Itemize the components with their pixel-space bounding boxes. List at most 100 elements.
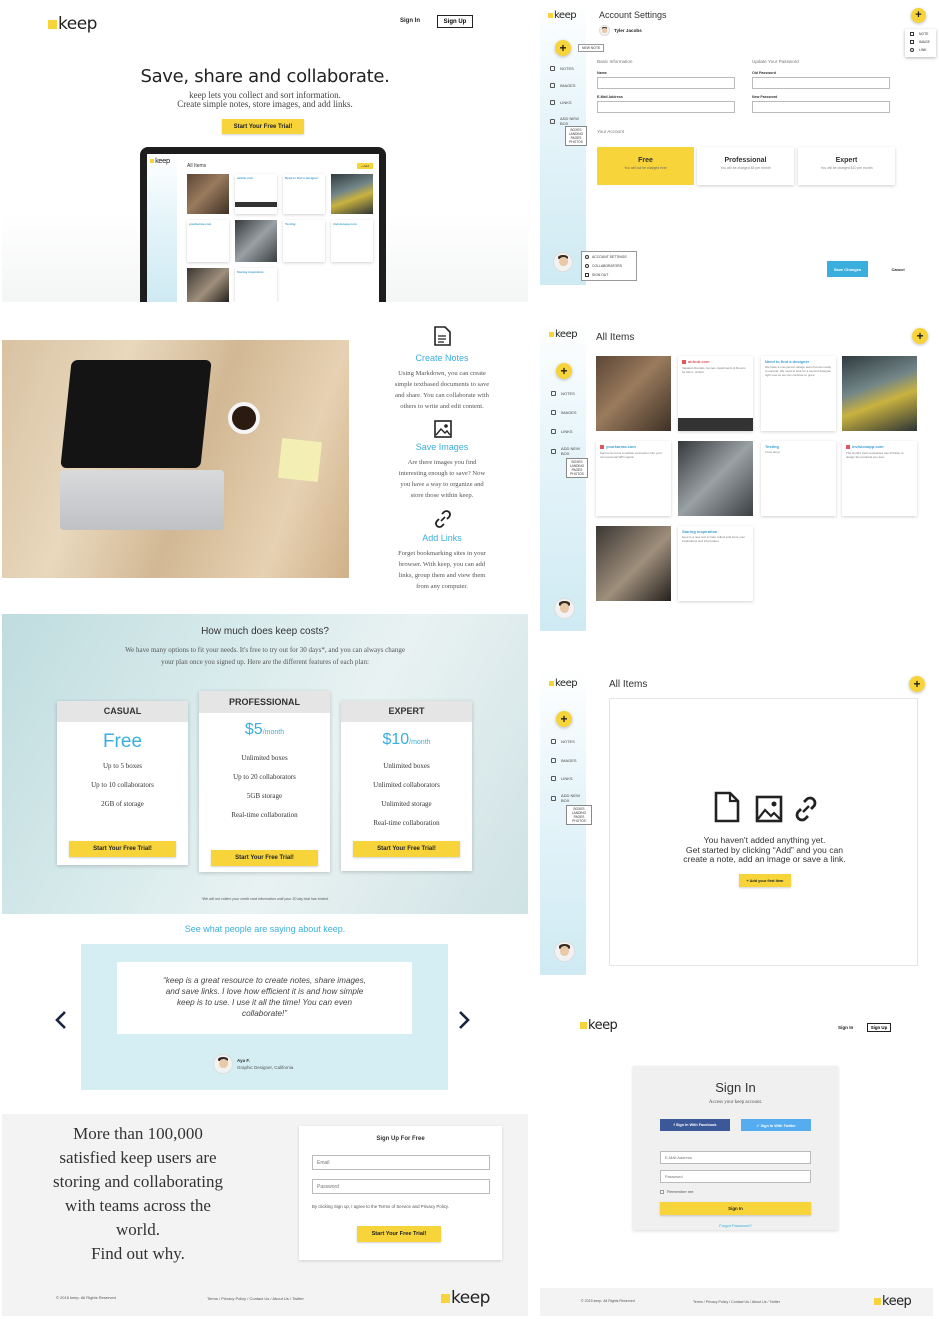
document-icon (434, 326, 451, 346)
new-password-input[interactable] (752, 101, 890, 113)
sidebar-item-notes[interactable]: NOTES (551, 739, 575, 744)
laptop-card: yourkarma.com (187, 220, 229, 262)
features-section: Create Notes Using Markdown, you can cre… (2, 312, 528, 612)
footer-keep-logo[interactable]: keep (441, 1288, 490, 1308)
signup-email-input[interactable] (312, 1155, 490, 1170)
name-input[interactable] (597, 77, 735, 89)
sidebar-boxes-menu[interactable]: BOXES LANDING PAGES PHOTOS (566, 458, 588, 478)
empty-avatar[interactable] (554, 941, 575, 962)
signin-twitter-button[interactable]: ✓ Sign In With Twitter (741, 1119, 811, 1131)
plan-option-expert[interactable]: Expert You will be charged $10 per month (798, 147, 895, 185)
save-changes-button[interactable]: Save Changes (827, 261, 868, 277)
sidebar-item-notes[interactable]: NOTES (551, 391, 575, 396)
empty-add-button[interactable]: + (909, 676, 925, 692)
new-note-add-button[interactable]: + (555, 40, 571, 56)
signin-logo[interactable]: keep (580, 1018, 618, 1033)
signin-password-input[interactable] (660, 1170, 811, 1183)
sidebar-item-add-new-box[interactable]: ADD NEW BOX (551, 793, 589, 803)
image-icon (910, 40, 914, 44)
feature-images-text: Are there images you find interesting eno… (398, 459, 486, 499)
settings-add-button[interactable]: + (911, 8, 926, 23)
laptop-card: Staring inspiration (235, 268, 277, 302)
empty-logo[interactable]: keep (549, 678, 578, 689)
item-card-link[interactable]: invisionapp.com The world's best compani… (842, 441, 917, 516)
footer-links[interactable]: Terms / Privacy Policy / Contact Us / Ab… (207, 1296, 304, 1301)
item-card-photo[interactable] (596, 356, 671, 431)
plan-price: Free (102, 731, 143, 752)
item-card-photo[interactable] (678, 441, 753, 516)
settings-user-name: Tyler Jacobs (614, 28, 642, 33)
user-menu-sign-out[interactable]: SIGN OUT (592, 273, 608, 277)
sidebar-add-button[interactable]: + (556, 711, 572, 727)
chevron-right-icon[interactable] (458, 1010, 470, 1030)
all-items-logo[interactable]: keep (549, 329, 578, 340)
add-menu-link[interactable]: LINK (919, 48, 927, 52)
sidebar-item-images[interactable]: IMAGES (550, 83, 576, 88)
plan-option-professional[interactable]: Professional You will be charged $5 per … (697, 147, 794, 185)
all-items-add-button[interactable]: + (912, 328, 928, 344)
signin-footer-logo[interactable]: keep (874, 1294, 912, 1309)
pricing-subtitle-1: We have many options to fit your needs. … (125, 646, 405, 654)
plan-feature: Unlimited boxes (383, 762, 430, 770)
signin-submit-button[interactable]: Sign In (660, 1202, 811, 1215)
user-menu-collaborators[interactable]: COLLABORATORS (592, 264, 622, 268)
sidebar-item-add-new-box[interactable]: ADD NEW BOX (551, 446, 589, 456)
plan-casual-cta-button[interactable]: Start Your Free Trial! (69, 841, 176, 857)
signup-password-input[interactable] (312, 1179, 490, 1194)
remember-me-checkbox[interactable] (660, 1190, 664, 1194)
nav-signup-button[interactable]: Sign Up (437, 15, 473, 28)
plan-feature: Up to 20 collaborators (233, 773, 296, 781)
email-input[interactable] (597, 101, 735, 113)
signin-nav-signup-button[interactable]: Sign Up (867, 1023, 891, 1032)
sidebar-item-links[interactable]: LINKS (551, 776, 573, 781)
basic-info-label: Basic Information (597, 59, 633, 64)
sidebar-item-links[interactable]: LINKS (550, 100, 572, 105)
item-card-note[interactable]: Testing I love lamp. (761, 441, 836, 516)
item-card-photo[interactable] (596, 526, 671, 601)
sidebar-item-add-new-box[interactable]: ADD NEW BOX (550, 116, 588, 126)
item-card-note[interactable]: Need to find a designer We have a one-pe… (761, 356, 836, 431)
image-icon (434, 420, 452, 438)
document-icon (714, 791, 740, 823)
signin-email-input[interactable] (660, 1151, 811, 1164)
item-card-photo[interactable] (842, 356, 917, 431)
signin-subtitle: Access your keep account. (708, 1100, 763, 1105)
cancel-button[interactable]: Cancel (885, 261, 911, 277)
pricing-title: How much does keep costs? (201, 626, 329, 637)
hero-section: keep Sign In Sign Up Save, share and col… (2, 2, 528, 302)
signin-nav-signin-link[interactable]: Sign In (838, 1025, 853, 1030)
sidebar-add-button[interactable]: + (556, 363, 572, 379)
sidebar-item-images[interactable]: IMAGES (551, 758, 577, 763)
forgot-password-link[interactable]: Forgot Password? (633, 1223, 838, 1228)
item-card-note[interactable]: Staring inspiration keep is a new tool t… (678, 526, 753, 601)
item-card-link[interactable]: airbnb.com Vacation Rentals, Homes, Apar… (678, 356, 753, 431)
add-first-item-button[interactable]: + Add your first item (739, 874, 791, 887)
settings-logo[interactable]: keep (548, 10, 577, 21)
sidebar-item-notes[interactable]: NOTES (550, 66, 574, 71)
signin-footer-links[interactable]: Terms / Privacy Policy / Contact Us / Ab… (693, 1300, 780, 1304)
signup-cta-button[interactable]: Start Your Free Trial! (357, 1226, 441, 1242)
add-menu-image[interactable]: IMAGE (919, 40, 930, 44)
new-password-label: New Password (752, 95, 778, 99)
plan-option-free[interactable]: Free You will not be charged ever (597, 147, 694, 185)
old-password-input[interactable] (752, 77, 890, 89)
hero-cta-button[interactable]: Start Your Free Trial! (222, 119, 304, 134)
sidebar-item-links[interactable]: LINKS (551, 429, 573, 434)
sidebar-boxes-menu[interactable]: BOXES LANDING PAGES PHOTOS (566, 805, 592, 825)
nav-signin-link[interactable]: Sign In (400, 18, 420, 24)
email-label: E-Mail Address (597, 95, 623, 99)
link-icon (435, 510, 451, 528)
chevron-left-icon[interactable] (55, 1010, 67, 1030)
sidebar-item-images[interactable]: IMAGES (551, 410, 577, 415)
settings-sidebar-avatar[interactable] (553, 252, 573, 272)
empty-items-screen: keep All Items + + NOTES IMAGES LINKS AD… (540, 670, 933, 975)
plan-professional-cta-button[interactable]: Start Your Free Trial! (211, 850, 318, 866)
user-menu-account-settings[interactable]: ACCOUNT SETTINGS (592, 255, 627, 259)
item-card-link[interactable]: yourkarma.com Karma Go turns a cellular … (596, 441, 671, 516)
keep-logo[interactable]: keep (48, 14, 97, 34)
signin-facebook-button[interactable]: f Sign In With Facebook (660, 1119, 730, 1131)
sidebar-boxes-menu[interactable]: BOXES LANDING PAGES PHOTOS (565, 126, 587, 146)
plan-expert-cta-button[interactable]: Start Your Free Trial! (353, 841, 460, 857)
all-items-avatar[interactable] (554, 598, 575, 619)
add-menu-note[interactable]: NOTE (919, 32, 928, 36)
